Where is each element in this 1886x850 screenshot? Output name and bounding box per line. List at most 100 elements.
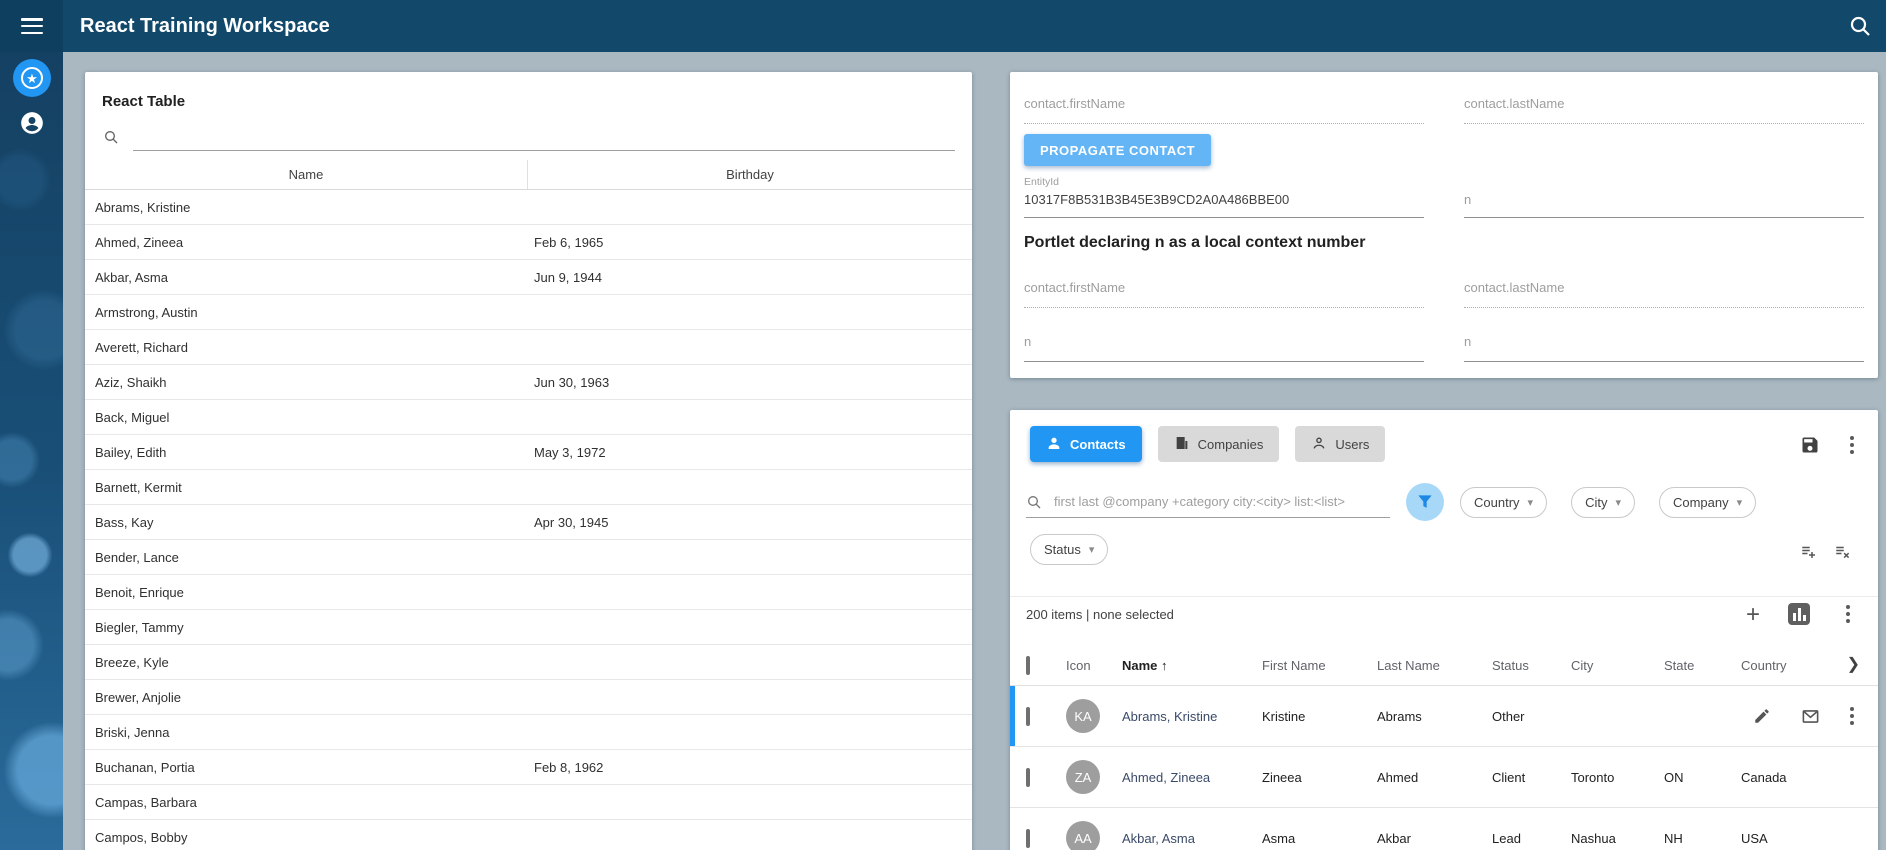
table-row[interactable]: Akbar, AsmaJun 9, 1944 [85,260,972,295]
propagate-contact-button[interactable]: PROPAGATE CONTACT [1024,134,1211,166]
column-header-birthday[interactable]: Birthday [528,160,972,189]
table-row[interactable]: Buchanan, PortiaFeb 8, 1962 [85,750,972,785]
add-item-icon[interactable]: + [1746,601,1760,629]
table-row[interactable]: Campas, Barbara [85,785,972,820]
tab-users[interactable]: Users [1295,426,1385,462]
company-filter-dropdown[interactable]: Company ▾ [1659,487,1756,518]
name-cell: Bender, Lance [85,550,528,565]
table-row[interactable]: Bass, KayApr 30, 1945 [85,505,972,540]
contact-last-name-field[interactable]: contact.lastName [1464,96,1864,124]
table-row[interactable]: Briski, Jenna [85,715,972,750]
country-filter-dropdown[interactable]: Country ▾ [1460,487,1547,518]
name-cell: Ahmed, Zineea [85,235,528,250]
table-row[interactable]: Aziz, ShaikhJun 30, 1963 [85,365,972,400]
person-icon [1046,435,1062,454]
table-row[interactable]: Bender, Lance [85,540,972,575]
table-row[interactable]: Averett, Richard [85,330,972,365]
status-cell: Other [1492,709,1571,724]
entity-id-value-field[interactable]: 10317F8B531B3B45E3B9CD2A0A486BBE00 [1024,192,1424,218]
dropdown-label: Country [1474,495,1520,510]
table-row[interactable]: AAAkbar, AsmaAsmaAkbarLeadNashuaNHUSA [1010,808,1878,850]
icon-cell: KA [1066,699,1122,733]
n-field[interactable]: n [1464,192,1864,218]
items-kebab-menu-icon[interactable] [1846,605,1850,623]
search-placeholder: first last @company +category city:<city… [1054,494,1345,509]
row-kebab-menu-icon[interactable] [1850,707,1854,725]
contacts-table-body: KAAbrams, KristineKristineAbramsOtherZAA… [1010,686,1878,850]
entity-id-label: EntityId [1024,176,1059,188]
birthday-cell: Feb 6, 1965 [528,235,972,250]
table-row[interactable]: Biegler, Tammy [85,610,972,645]
contact-name-link[interactable]: Ahmed, Zineea [1122,770,1262,785]
name-cell: Biegler, Tammy [85,620,528,635]
sidebar: ★ [0,0,63,850]
table-row[interactable]: Back, Miguel [85,400,972,435]
table-row[interactable]: Brewer, Anjolie [85,680,972,715]
table-row[interactable]: Abrams, Kristine [85,190,972,225]
caret-down-icon: ▾ [1615,496,1621,509]
checkbox-cell [1026,831,1066,846]
tab-contacts[interactable]: Contacts [1030,426,1142,462]
star-icon: ★ [21,67,43,89]
column-header-state[interactable]: State [1664,658,1741,673]
birthday-cell: Jun 9, 1944 [528,270,972,285]
row-checkbox[interactable] [1026,707,1030,726]
row-checkbox[interactable] [1026,829,1030,848]
edit-pencil-icon[interactable] [1753,707,1771,725]
email-envelope-icon[interactable] [1801,707,1820,726]
table-row[interactable]: Breeze, Kyle [85,645,972,680]
select-all-checkbox[interactable] [1026,656,1030,675]
table-row[interactable]: ZAAhmed, ZineeaZineeaAhmedClientTorontoO… [1010,747,1878,808]
table-row[interactable]: Ahmed, ZineeaFeb 6, 1965 [85,225,972,260]
local-contact-first-name-field[interactable]: contact.firstName [1024,280,1424,308]
account-circle-icon[interactable] [19,110,45,136]
playlist-add-icon[interactable] [1800,543,1818,561]
column-header-city[interactable]: City [1571,658,1664,673]
column-header-icon[interactable]: Icon [1066,658,1122,673]
name-cell: Aziz, Shaikh [85,375,528,390]
header-search-icon[interactable] [1848,14,1872,38]
panel-kebab-menu-icon[interactable] [1850,436,1854,454]
chevron-right-icon[interactable]: ❯ [1847,654,1860,674]
contact-name-link[interactable]: Akbar, Asma [1122,831,1262,846]
contacts-search[interactable]: first last @company +category city:<city… [1026,488,1390,518]
column-header-name[interactable]: Name [85,160,528,189]
status-filter-dropdown[interactable]: Status ▾ [1030,534,1108,565]
tab-companies[interactable]: Companies [1158,426,1280,462]
app-root: ★ React Training Workspace React Table [0,0,1886,850]
name-cell: Barnett, Kermit [85,480,528,495]
table-row[interactable]: KAAbrams, KristineKristineAbramsOther [1010,686,1878,747]
workspace-star-icon[interactable]: ★ [13,59,51,97]
select-all-area [1026,658,1066,673]
table-row[interactable]: Armstrong, Austin [85,295,972,330]
column-header-last-name[interactable]: Last Name [1377,658,1492,673]
playlist-remove-icon[interactable] [1834,543,1852,561]
name-cell: Briski, Jenna [85,725,528,740]
table-row[interactable]: Benoit, Enrique [85,575,972,610]
caret-down-icon: ▾ [1528,496,1534,509]
table-row[interactable]: Bailey, EdithMay 3, 1972 [85,435,972,470]
contact-first-name-field[interactable]: contact.firstName [1024,96,1424,124]
table-row[interactable]: Barnett, Kermit [85,470,972,505]
react-table-search-input[interactable] [133,122,955,151]
local-n-field-right[interactable]: n [1464,334,1864,362]
column-header-name[interactable]: Name ↑ [1122,658,1262,673]
checkbox-cell [1026,770,1066,785]
last-name-cell: Ahmed [1377,770,1492,785]
last-name-cell: Akbar [1377,831,1492,846]
save-icon[interactable] [1800,435,1820,455]
local-contact-last-name-field[interactable]: contact.lastName [1464,280,1864,308]
contact-name-link[interactable]: Abrams, Kristine [1122,709,1262,724]
hamburger-menu-icon[interactable] [21,18,43,34]
filter-funnel-icon[interactable] [1406,483,1444,521]
local-n-field-left[interactable]: n [1024,334,1424,362]
checkbox-cell [1026,709,1066,724]
table-row[interactable]: Campos, Bobby [85,820,972,850]
row-checkbox[interactable] [1026,768,1030,787]
city-filter-dropdown[interactable]: City ▾ [1571,487,1635,518]
chart-view-icon[interactable] [1788,603,1810,625]
column-header-first-name[interactable]: First Name [1262,658,1377,673]
first-name-cell: Zineea [1262,770,1377,785]
birthday-cell: Jun 30, 1963 [528,375,972,390]
column-header-status[interactable]: Status [1492,658,1571,673]
